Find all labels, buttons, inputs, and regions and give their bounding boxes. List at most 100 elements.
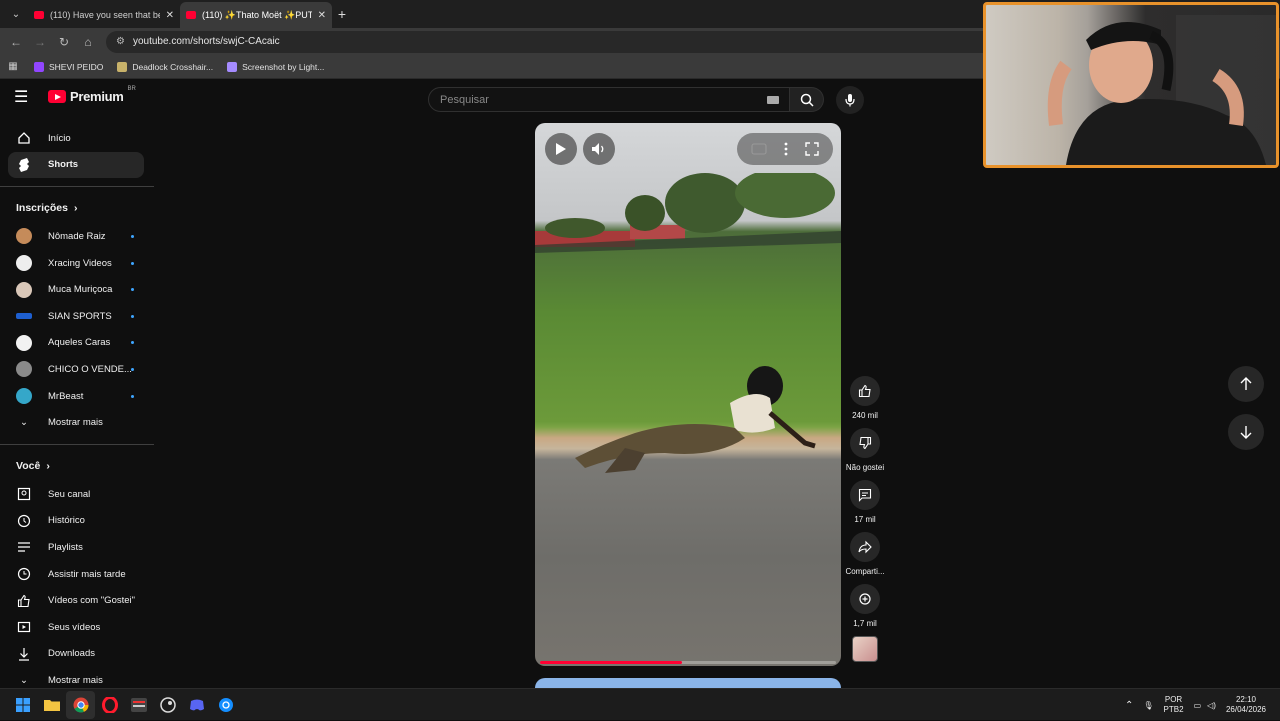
- channel-icon: [16, 486, 32, 502]
- bookmark-item[interactable]: Screenshot by Light...: [227, 61, 324, 72]
- divider: [0, 186, 154, 188]
- microphone-icon: [845, 94, 855, 107]
- dislike-icon[interactable]: [850, 428, 880, 458]
- dislike-button[interactable]: Não gostei: [842, 428, 888, 474]
- chevron-up-icon[interactable]: ⌃: [1125, 700, 1133, 711]
- sidebar-item-subscription[interactable]: Xracing Videos: [0, 250, 154, 277]
- search-button[interactable]: [790, 87, 824, 112]
- sidebar-item-subscription[interactable]: Muca Muriçoca: [0, 276, 154, 303]
- progress-bar[interactable]: [540, 661, 683, 664]
- keyboard-language[interactable]: POR PTB2: [1164, 695, 1184, 715]
- captions-icon[interactable]: [751, 143, 767, 155]
- bookmark-item[interactable]: Deadlock Crosshair...: [117, 61, 213, 72]
- remix-icon[interactable]: [850, 584, 880, 614]
- language-code: POR: [1164, 695, 1183, 704]
- sidebar-show-more[interactable]: ⌄ Mostrar mais: [0, 409, 154, 436]
- sidebar-item-your-videos[interactable]: Seus vídeos: [0, 614, 154, 641]
- menu-icon[interactable]: ☰: [14, 90, 32, 106]
- youtube-favicon-icon: [34, 11, 44, 19]
- system-tray: ⌃ 🎙 POR PTB2 ▭ ◁) 22:10 26/04/2026: [1125, 689, 1280, 721]
- back-icon[interactable]: ←: [4, 35, 28, 49]
- sidebar-item-subscription[interactable]: Nômade Raiz: [0, 223, 154, 250]
- sidebar-item-watch-later[interactable]: Assistir mais tarde: [0, 561, 154, 588]
- new-tab-button[interactable]: +: [332, 6, 352, 22]
- keyboard-icon[interactable]: [767, 96, 779, 104]
- shorts-icon: [16, 157, 32, 173]
- windows-start-icon[interactable]: [8, 691, 37, 719]
- windows-taskbar: ⌃ 🎙 POR PTB2 ▭ ◁) 22:10 26/04/2026: [0, 688, 1280, 720]
- sidebar-item-subscription[interactable]: MrBeast: [0, 383, 154, 410]
- browser-tab[interactable]: (110) Have you seen that before? ✕: [28, 2, 180, 28]
- sidebar: Início Shorts Inscrições › Nômade Raiz X…: [0, 125, 154, 694]
- reload-icon[interactable]: ↻: [52, 35, 76, 49]
- tab-search-icon[interactable]: ⌄: [4, 4, 28, 24]
- clock[interactable]: 22:10 26/04/2026: [1226, 695, 1266, 715]
- browser-tab-active[interactable]: (110) ✨Thato Moët ✨PUTTING ✕: [180, 2, 332, 28]
- previous-short-button[interactable]: [1228, 366, 1264, 402]
- share-icon[interactable]: [850, 532, 880, 562]
- chrome-icon[interactable]: [66, 690, 95, 719]
- sidebar-item-playlists[interactable]: Playlists: [0, 534, 154, 561]
- voice-search-button[interactable]: [836, 86, 864, 114]
- you-heading[interactable]: Você ›: [0, 451, 154, 481]
- sidebar-item-subscription[interactable]: SIAN SPORTS: [0, 303, 154, 330]
- sidebar-item-downloads[interactable]: Downloads: [0, 641, 154, 668]
- fullscreen-icon[interactable]: [804, 142, 819, 156]
- search-input[interactable]: Pesquisar: [428, 87, 790, 112]
- comment-icon[interactable]: [850, 480, 880, 510]
- speaker-icon[interactable]: ◁): [1207, 701, 1216, 710]
- app-icon[interactable]: [124, 691, 153, 719]
- bookmark-label: SHEVI PEIDO: [49, 61, 104, 72]
- more-options-icon[interactable]: [784, 142, 788, 156]
- arrow-up-icon: [1240, 377, 1252, 390]
- volume-button[interactable]: [583, 133, 615, 165]
- sidebar-item-subscription[interactable]: Aqueles Caras: [0, 330, 154, 357]
- sidebar-item-home[interactable]: Início: [0, 125, 154, 152]
- discord-icon[interactable]: [182, 691, 211, 719]
- monitor-icon[interactable]: ▭: [1194, 701, 1202, 710]
- sidebar-item-label: Downloads: [48, 648, 95, 660]
- new-content-dot: [131, 341, 134, 345]
- channel-avatar: [16, 361, 32, 378]
- channel-avatar: [16, 308, 32, 324]
- forward-icon[interactable]: →: [28, 35, 52, 49]
- opera-icon[interactable]: [95, 691, 124, 719]
- share-button[interactable]: Comparti...: [842, 532, 888, 578]
- next-short-button[interactable]: [1228, 414, 1264, 450]
- remix-button[interactable]: 1,7 mil: [842, 584, 888, 630]
- sidebar-item-label: Muca Muriçoca: [48, 284, 113, 296]
- sidebar-item-history[interactable]: Histórico: [0, 508, 154, 535]
- play-button[interactable]: [545, 133, 577, 165]
- remix-count: 1,7 mil: [853, 619, 877, 628]
- player-top-controls: [737, 133, 833, 165]
- sidebar-item-channel[interactable]: Seu canal: [0, 481, 154, 508]
- sidebar-item-liked-videos[interactable]: Vídeos com "Gostei": [0, 587, 154, 614]
- like-icon[interactable]: [850, 376, 880, 406]
- subscriptions-heading[interactable]: Inscrições ›: [0, 193, 154, 223]
- address-bar[interactable]: ⚙ youtube.com/shorts/swjC-CAcaic: [106, 30, 1066, 53]
- divider: [0, 443, 154, 445]
- youtube-logo[interactable]: Premium BR: [48, 86, 136, 104]
- channel-avatar: [16, 281, 32, 298]
- bookmark-item[interactable]: SHEVI PEIDO: [34, 61, 104, 72]
- steam-icon[interactable]: [153, 691, 182, 719]
- close-tab-icon[interactable]: ✕: [318, 10, 326, 21]
- sidebar-item-label: Nômade Raiz: [48, 230, 106, 242]
- like-button[interactable]: 240 mil: [842, 376, 888, 422]
- avatar: [16, 228, 32, 245]
- file-explorer-icon[interactable]: [37, 691, 66, 719]
- battlenet-icon[interactable]: [211, 691, 240, 719]
- home-button-icon[interactable]: ⌂: [76, 35, 100, 49]
- shorts-video-player[interactable]: [535, 123, 841, 666]
- comments-button[interactable]: 17 mil: [842, 480, 888, 526]
- site-info-icon[interactable]: ⚙: [116, 36, 125, 47]
- sidebar-item-subscription[interactable]: CHICO O VENDE...: [0, 356, 154, 383]
- avatar: [16, 388, 32, 405]
- sound-thumbnail[interactable]: [852, 636, 878, 662]
- sidebar-item-shorts[interactable]: Shorts: [8, 151, 144, 179]
- apps-grid-icon[interactable]: ▦: [0, 61, 26, 72]
- logo-text: Premium: [70, 89, 124, 104]
- url-text: youtube.com/shorts/swjC-CAcaic: [132, 36, 280, 47]
- microphone-icon[interactable]: 🎙: [1143, 701, 1153, 710]
- close-tab-icon[interactable]: ✕: [166, 10, 174, 21]
